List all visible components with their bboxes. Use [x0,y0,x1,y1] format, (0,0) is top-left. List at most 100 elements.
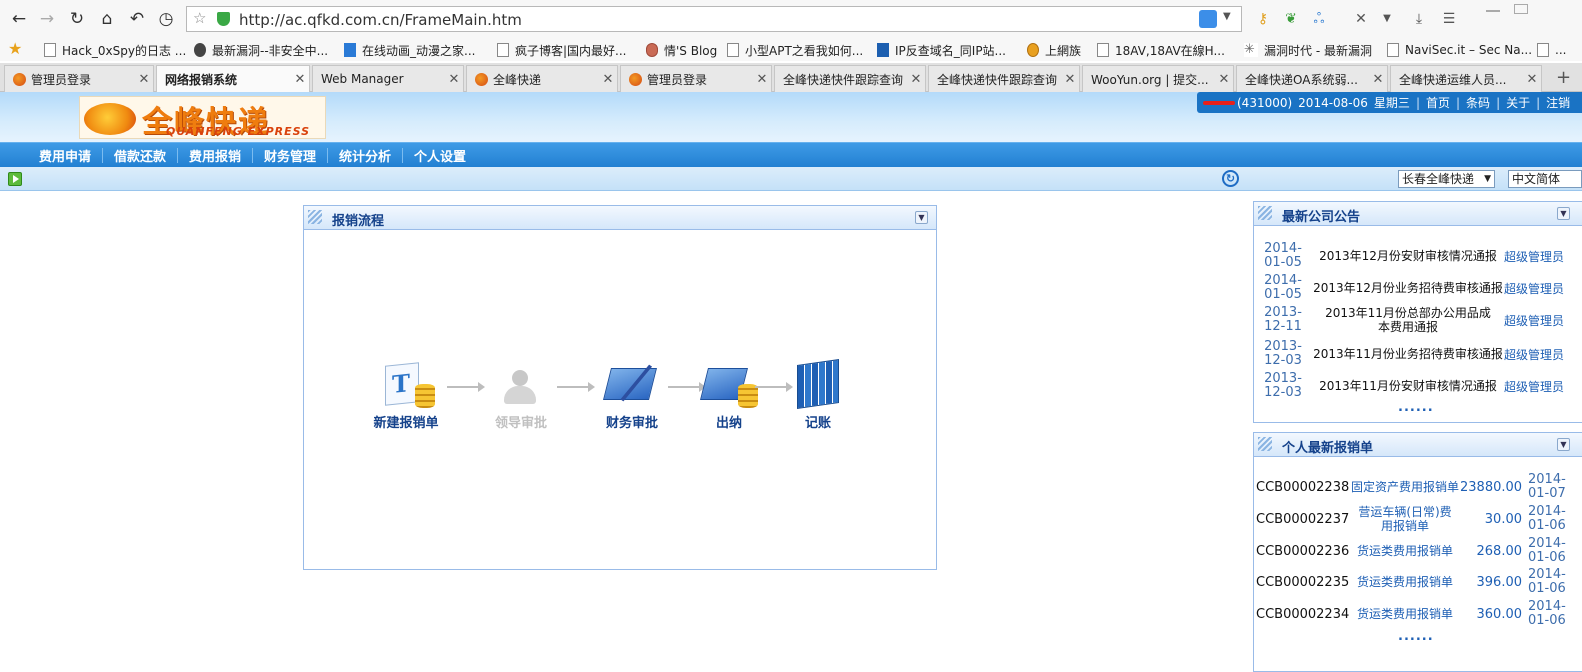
bookmark-item[interactable]: 情'S Blog [646,41,717,59]
form-row[interactable]: CCB00002238 固定资产费用报销单 23880.00 2014-01-0… [1254,473,1582,501]
chevron-down-icon[interactable]: ▼ [1378,10,1396,28]
logout-link[interactable]: 注销 [1546,94,1570,111]
close-icon[interactable]: ✕ [599,72,617,87]
leaf-icon[interactable]: ❦ [1282,10,1300,28]
restore-icon[interactable] [1514,4,1528,14]
announcement-row[interactable]: 2013-12-03 2013年11月份业务招待费审核通报 超级管理员 [1254,340,1582,368]
close-icon[interactable]: ✕ [1061,72,1079,87]
barcode-link[interactable]: 条码 [1466,94,1490,111]
bookmark-item[interactable]: 疯子博客|国内最好... [497,41,627,59]
close-icon[interactable]: ✕ [445,72,463,87]
bookmark-item[interactable]: Hack_0xSpy的日志 ... [44,41,186,59]
more-forms-link[interactable]: ...... [1398,629,1434,644]
bookmark-item[interactable]: IP反查域名_同IP站... [877,41,1006,59]
announcement-author[interactable]: 超级管理员 [1504,378,1582,395]
announcement-row[interactable]: 2014-01-05 2013年12月份业务招待费审核通报 超级管理员 [1254,274,1582,302]
announcement-title[interactable]: 2013年12月份业务招待费审核通报 [1312,281,1504,295]
browser-tab[interactable]: 管理员登录 ✕ [620,65,772,92]
back-icon[interactable]: ← [8,8,30,30]
browser-tab[interactable]: 全峰快递 ✕ [466,65,618,92]
extension-icon[interactable] [1199,10,1217,28]
flow-step-finance-approval[interactable]: 财务审批 [587,362,677,431]
flow-step-new-form[interactable]: T 新建报销单 [361,362,451,431]
announcement-title[interactable]: 2013年12月份安财审核情况通报 [1312,249,1504,263]
bookmark-item[interactable]: NaviSec.it – Sec Na... [1387,41,1532,59]
close-icon[interactable]: ✕ [1523,72,1541,87]
form-type[interactable]: 货运类费用报销单 [1350,575,1460,589]
form-row[interactable]: CCB00002236 货运类费用报销单 268.00 2014-01-06 [1254,537,1582,565]
bookmark-item[interactable]: 小型APT之看我如何... [727,41,863,59]
star-icon[interactable]: ☆ [193,9,206,27]
more-announcements-link[interactable]: ...... [1398,400,1434,415]
browser-tab[interactable]: 全峰快递运维人员... ✕ [1390,65,1542,92]
browser-tab-active[interactable]: 网络报销系统 ✕ [156,65,310,93]
minimize-icon[interactable] [1486,10,1500,12]
flow-step-bookkeeping[interactable]: 记账 [773,359,863,431]
close-icon[interactable]: ✕ [753,72,771,87]
translate-icon[interactable]: ஃ [1310,10,1328,28]
menu-item-expense-request[interactable]: 费用申请 [39,146,91,165]
address-bar[interactable]: ☆ http://ac.qfkd.com.cn/FrameMain.htm ▼ [186,6,1242,32]
announcement-row[interactable]: 2013-12-11 2013年11月份总部办公用品成本费用通报 超级管理员 [1254,306,1582,335]
collapse-icon[interactable]: ▼ [1557,207,1570,220]
browser-tab[interactable]: 全峰快递快件跟踪查询 ✕ [928,65,1080,92]
home-icon[interactable]: ⌂ [96,8,118,30]
collapse-icon[interactable]: ▼ [915,211,928,224]
menu-item-finance[interactable]: 财务管理 [264,146,316,165]
company-select[interactable]: 长春全峰快递 ▼ [1398,170,1495,188]
announcement-title[interactable]: 2013年11月份总部办公用品成本费用通报 [1312,306,1504,334]
announcement-title[interactable]: 2013年11月份业务招待费审核通报 [1312,347,1504,361]
collapse-icon[interactable]: ▼ [1557,438,1570,451]
play-icon[interactable] [8,172,22,186]
url-text[interactable]: http://ac.qfkd.com.cn/FrameMain.htm [239,11,522,29]
key-icon[interactable]: ⚷ [1254,10,1272,28]
bookmark-item[interactable]: 在线动画_动漫之家... [344,41,475,59]
announcement-author[interactable]: 超级管理员 [1504,312,1582,329]
close-icon[interactable]: ✕ [291,72,309,87]
menu-item-settings[interactable]: 个人设置 [414,146,466,165]
form-type[interactable]: 固定资产费用报销单 [1350,480,1460,494]
bookmark-item[interactable]: 最新漏洞--非安全中... [194,41,328,59]
menu-item-statistics[interactable]: 统计分析 [339,146,391,165]
bookmark-item[interactable]: ... [1537,41,1566,59]
refresh-icon[interactable]: ↻ [1222,170,1239,187]
browser-tab[interactable]: 管理员登录 ✕ [4,65,154,92]
bookmark-item[interactable]: ✳ 漏洞时代 - 最新漏洞 [1244,41,1372,59]
browser-tab[interactable]: 全峰快递OA系统弱... ✕ [1236,65,1388,92]
menu-item-loan[interactable]: 借款还款 [114,146,166,165]
reload-icon[interactable]: ↻ [66,8,88,30]
tools-icon[interactable]: ✕ [1352,10,1370,28]
menu-icon[interactable]: ☰ [1440,10,1458,28]
announcement-author[interactable]: 超级管理员 [1504,346,1582,363]
history-icon[interactable]: ◷ [155,8,177,30]
home-link[interactable]: 首页 [1426,94,1450,111]
announcement-row[interactable]: 2014-01-05 2013年12月份安财审核情况通报 超级管理员 [1254,242,1582,270]
announcement-author[interactable]: 超级管理员 [1504,248,1582,265]
announcement-author[interactable]: 超级管理员 [1504,280,1582,297]
menu-item-reimbursement[interactable]: 费用报销 [189,146,241,165]
bookmark-item[interactable]: 18AV,18AV在線H... [1097,41,1225,59]
form-row[interactable]: CCB00002234 货运类费用报销单 360.00 2014-01-06 [1254,600,1582,628]
forward-icon[interactable]: → [36,8,58,30]
undo-icon[interactable]: ↶ [126,8,148,30]
form-type[interactable]: 货运类费用报销单 [1350,544,1460,558]
chevron-down-icon[interactable]: ▼ [1223,11,1231,22]
form-type[interactable]: 货运类费用报销单 [1350,607,1460,621]
form-row[interactable]: CCB00002235 货运类费用报销单 396.00 2014-01-06 [1254,568,1582,596]
close-icon[interactable]: ✕ [1215,72,1233,87]
close-icon[interactable]: ✕ [135,72,153,87]
form-row[interactable]: CCB00002237 营运车辆(日常)费用报销单 30.00 2014-01-… [1254,505,1582,534]
close-icon[interactable]: ✕ [907,72,925,87]
language-select[interactable]: 中文简体 [1508,170,1582,188]
browser-tab[interactable]: WooYun.org | 提交... ✕ [1082,65,1234,92]
announcement-row[interactable]: 2013-12-03 2013年11月份安财审核情况通报 超级管理员 [1254,372,1582,400]
form-type[interactable]: 营运车辆(日常)费用报销单 [1350,505,1460,533]
bookmark-item[interactable]: 上網族 [1027,41,1081,59]
new-tab-icon[interactable]: + [1556,67,1571,88]
download-icon[interactable]: ⤓ [1410,10,1428,28]
flow-step-cashier[interactable]: 出纳 [684,362,774,431]
browser-tab[interactable]: Web Manager ✕ [312,65,464,92]
about-link[interactable]: 关于 [1506,94,1530,111]
browser-tab[interactable]: 全峰快递快件跟踪查询 ✕ [774,65,926,92]
announcement-title[interactable]: 2013年11月份安财审核情况通报 [1312,379,1504,393]
